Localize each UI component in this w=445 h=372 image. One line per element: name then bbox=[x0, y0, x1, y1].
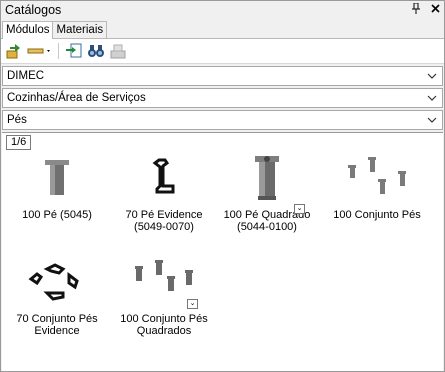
tab-materiais[interactable]: Materiais bbox=[52, 21, 108, 38]
catalog-window: Catálogos Módulos Materiais DIMEC Cozinh… bbox=[0, 0, 445, 372]
manufacturer-value: DIMEC bbox=[7, 70, 45, 82]
close-icon[interactable] bbox=[431, 4, 440, 16]
item-code: (5049-0070) bbox=[134, 221, 194, 233]
item-label: 100 Conjunto Pés bbox=[333, 209, 421, 221]
add-module-icon[interactable] bbox=[4, 41, 26, 61]
catalog-item[interactable]: 100 Conjunto Pés bbox=[327, 145, 427, 221]
catalog-item[interactable]: 70 Conjunto Pés Evidence bbox=[7, 249, 107, 337]
tab-strip: Módulos Materiais bbox=[1, 19, 444, 39]
stack-icon[interactable] bbox=[107, 41, 129, 61]
category-value: Cozinhas/Área de Serviços bbox=[7, 92, 146, 104]
toolbar bbox=[1, 39, 444, 64]
chevron-down-icon bbox=[427, 117, 437, 123]
title-bar: Catálogos bbox=[1, 1, 444, 19]
toolbar-separator bbox=[58, 43, 59, 59]
legs-set-thumbnail bbox=[7, 249, 107, 313]
subcategory-value: Pés bbox=[7, 114, 27, 126]
item-label: 70 Pé Evidence bbox=[125, 209, 203, 221]
tab-modulos[interactable]: Módulos bbox=[2, 21, 54, 39]
chevron-down-icon bbox=[427, 73, 437, 79]
catalog-item[interactable]: ⌄ 100 Conjunto Pés Quadrados bbox=[114, 249, 214, 337]
item-code: (5044-0100) bbox=[237, 221, 297, 233]
leg-thumbnail bbox=[217, 145, 317, 209]
leg-thumbnail bbox=[7, 145, 107, 209]
window-title: Catálogos bbox=[5, 3, 62, 17]
measure-dropdown-icon[interactable] bbox=[26, 41, 54, 61]
catalog-item[interactable]: ⌄ 100 Pé Quadrado (5044-0100) bbox=[217, 145, 317, 233]
leg-thumbnail bbox=[114, 145, 214, 209]
item-label: 100 Conjunto Pés bbox=[120, 313, 208, 325]
catalog-item[interactable]: 100 Pé (5045) bbox=[7, 145, 107, 221]
chevron-down-icon bbox=[427, 95, 437, 101]
pin-icon[interactable] bbox=[411, 2, 421, 17]
legs-set-thumbnail bbox=[327, 145, 427, 209]
manufacturer-select[interactable]: DIMEC bbox=[2, 66, 443, 86]
more-variants-icon[interactable]: ⌄ bbox=[294, 204, 305, 214]
category-select[interactable]: Cozinhas/Área de Serviços bbox=[2, 88, 443, 108]
item-label: 70 Conjunto Pés bbox=[16, 313, 98, 325]
more-variants-icon[interactable]: ⌄ bbox=[187, 299, 198, 309]
import-icon[interactable] bbox=[63, 41, 85, 61]
item-label: 100 Pé (5045) bbox=[22, 209, 92, 221]
subcategory-select[interactable]: Pés bbox=[2, 110, 443, 130]
catalog-item[interactable]: 70 Pé Evidence (5049-0070) bbox=[114, 145, 214, 233]
search-binoculars-icon[interactable] bbox=[85, 41, 107, 61]
item-subtitle: Quadrados bbox=[136, 325, 192, 337]
item-subtitle: Evidence bbox=[34, 325, 80, 337]
legs-set-thumbnail bbox=[114, 249, 214, 313]
catalog-grid: 1/6 100 Pé (5045) 70 Pé Evidence (5049-0… bbox=[2, 132, 443, 371]
